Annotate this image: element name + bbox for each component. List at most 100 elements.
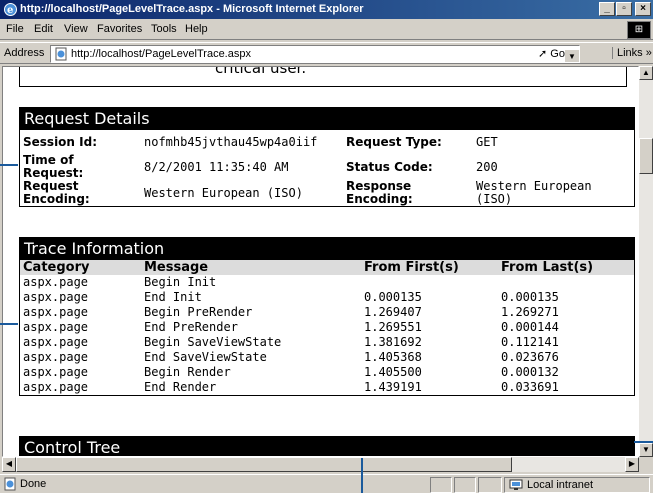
table-row: aspx.page Begin Render 1.405500 0.000132 (20, 365, 634, 380)
trace-from-first-cell: 1.405368 (364, 350, 422, 364)
horizontal-scroll-thumb[interactable] (16, 457, 512, 472)
status-pane (454, 477, 476, 493)
menu-bar: File Edit View Favorites Tools Help ⊞ (0, 20, 653, 40)
response-encoding-value: Western European (ISO) (476, 179, 592, 206)
trace-category-cell: aspx.page (23, 305, 89, 319)
browser-window: e http://localhost/PageLevelTrace.aspx -… (0, 0, 653, 493)
column-header-message: Message (141, 260, 361, 275)
trace-information-section: Trace Information Category Message From … (19, 237, 635, 396)
time-of-request-value: 8/2/2001 11:35:40 AM (144, 159, 289, 174)
address-input[interactable]: http://localhost/PageLevelTrace.aspx ▼ (50, 45, 580, 63)
scroll-down-icon[interactable]: ▼ (639, 443, 653, 457)
previous-section-text: critical user. (215, 66, 307, 77)
status-pane (478, 477, 502, 493)
trace-category-cell: aspx.page (23, 350, 89, 364)
trace-from-first-cell: 1.439191 (364, 380, 422, 394)
table-row: aspx.page Begin PreRender 1.269407 1.269271 (20, 305, 634, 320)
go-label: Go (550, 48, 565, 60)
vertical-scroll-thumb[interactable] (639, 138, 653, 174)
minimize-button[interactable]: _ (599, 2, 615, 16)
trace-category-cell: aspx.page (23, 365, 89, 379)
trace-category-cell: aspx.page (23, 290, 89, 304)
trace-from-last-cell: 0.112141 (501, 335, 559, 349)
trace-category-cell: aspx.page (23, 320, 89, 334)
table-row: Session Id: nofmhb45jvthau45wp4a0iif Req… (20, 130, 634, 154)
table-row: aspx.page End PreRender 1.269551 0.000144 (20, 320, 634, 335)
vertical-scrollbar[interactable]: ▲ ▼ (639, 66, 653, 457)
trace-from-first-cell: 1.269551 (364, 320, 422, 334)
horizontal-scrollbar[interactable]: ◀ ▶ (2, 457, 639, 472)
menu-tools[interactable]: Tools (151, 23, 177, 35)
trace-message-cell: Begin Init (144, 275, 217, 289)
trace-from-first-cell: 1.405500 (364, 365, 422, 379)
trace-category-cell: aspx.page (23, 380, 89, 394)
close-button[interactable]: × (635, 2, 651, 16)
trace-message-cell: End PreRender (144, 320, 238, 334)
callout-line (361, 458, 363, 493)
table-header-row: Category Message From First(s) From Last… (20, 260, 634, 275)
trace-message-cell: End Render (144, 380, 217, 394)
page-done-icon (4, 477, 16, 491)
status-pane (430, 477, 452, 493)
request-type-label: Request Type: (346, 134, 442, 149)
menu-view[interactable]: View (64, 23, 88, 35)
trace-information-table: Category Message From First(s) From Last… (20, 260, 634, 395)
scroll-up-icon[interactable]: ▲ (639, 66, 653, 80)
trace-message-cell: Begin Render (144, 365, 231, 379)
column-header-category: Category (20, 260, 141, 275)
title-bar: e http://localhost/PageLevelTrace.aspx -… (0, 0, 653, 19)
request-details-section: Request Details Session Id: nofmhb45jvth… (19, 107, 635, 207)
maximize-button[interactable]: ▫ (616, 2, 632, 16)
status-text: Done (20, 478, 47, 490)
trace-message-cell: End Init (144, 290, 202, 304)
request-encoding-label: Request Encoding: (23, 179, 90, 206)
trace-information-heading: Trace Information (20, 238, 634, 260)
internet-explorer-icon: e (4, 3, 17, 16)
address-label: Address (4, 47, 45, 59)
menu-edit[interactable]: Edit (34, 23, 53, 35)
trace-message-cell: Begin SaveViewState (144, 335, 282, 349)
menu-help[interactable]: Help (185, 23, 208, 35)
zone-label: Local intranet (527, 479, 594, 491)
table-row: aspx.page Begin SaveViewState 1.381692 0.11… (20, 335, 634, 350)
table-row: aspx.page End SaveViewState 1.405368 0.0236… (20, 350, 634, 365)
column-header-from-last: From Last(s) (498, 260, 634, 275)
scroll-right-icon[interactable]: ▶ (625, 457, 639, 472)
table-row: aspx.page End Render 1.439191 0.033691 (20, 380, 634, 395)
intranet-icon (509, 479, 523, 490)
trace-from-last-cell: 0.000144 (501, 320, 559, 334)
callout-line (634, 441, 653, 443)
request-details-table: Session Id: nofmhb45jvthau45wp4a0iif Req… (20, 130, 634, 206)
trace-from-first-cell (361, 275, 498, 290)
trace-from-last-cell: 1.269271 (501, 305, 559, 319)
window-title: http://localhost/PageLevelTrace.aspx - M… (20, 3, 364, 15)
control-tree-section: Control Tree (19, 436, 635, 456)
go-button[interactable]: ➚ Go (538, 47, 565, 60)
menu-file[interactable]: File (6, 23, 24, 35)
request-encoding-value: Western European (ISO) (144, 185, 303, 200)
table-row: Request Encoding: Western European (ISO)… (20, 180, 634, 206)
trace-from-last-cell: 0.000135 (501, 290, 559, 304)
table-row: Time of Request: 8/2/2001 11:35:40 AM St… (20, 154, 634, 180)
previous-section-box (19, 67, 627, 87)
trace-from-last-cell: 0.000132 (501, 365, 559, 379)
status-bar: Done Local intranet (0, 474, 653, 493)
address-dropdown-icon[interactable]: ▼ (564, 49, 579, 62)
trace-from-first-cell: 1.381692 (364, 335, 422, 349)
trace-from-last-cell: 0.033691 (501, 380, 559, 394)
status-code-value: 200 (476, 159, 498, 174)
svg-text:e: e (7, 5, 13, 16)
security-zone: Local intranet (504, 477, 650, 493)
column-header-from-first: From First(s) (361, 260, 498, 275)
trace-category-cell: aspx.page (23, 275, 89, 289)
menu-favorites[interactable]: Favorites (97, 23, 142, 35)
address-url: http://localhost/PageLevelTrace.aspx (71, 48, 251, 60)
trace-message-cell: End SaveViewState (144, 350, 267, 364)
scroll-left-icon[interactable]: ◀ (2, 457, 16, 472)
windows-logo-icon: ⊞ (627, 21, 651, 39)
trace-category-cell: aspx.page (23, 335, 89, 349)
callout-line (0, 323, 18, 325)
links-button[interactable]: Links » (612, 47, 652, 59)
response-encoding-label: Response Encoding: (346, 179, 413, 206)
request-type-value: GET (476, 134, 498, 149)
